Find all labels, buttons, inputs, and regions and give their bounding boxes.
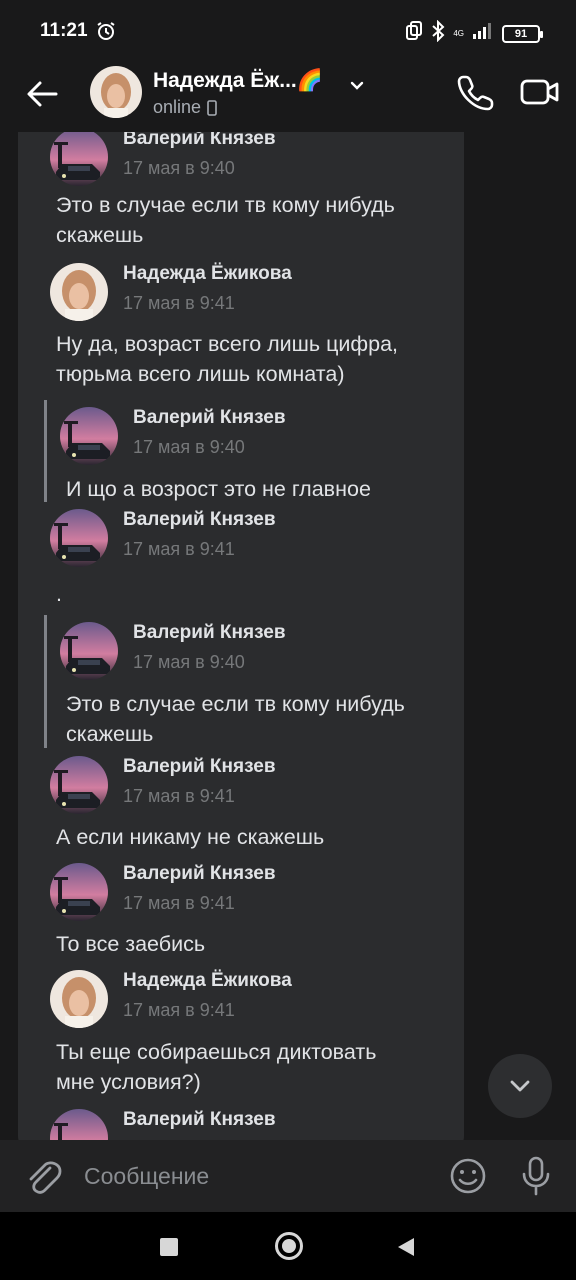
message-text-line: То все заебись bbox=[56, 932, 206, 956]
forwarded-quote-bar bbox=[44, 615, 47, 748]
sender-name[interactable]: Валерий Князев bbox=[123, 132, 276, 150]
signal-icon bbox=[472, 22, 494, 45]
sender-name[interactable]: Валерий Князев bbox=[123, 756, 276, 778]
mobile-device-icon bbox=[207, 99, 217, 116]
sender-avatar[interactable] bbox=[50, 509, 108, 567]
home-button[interactable] bbox=[275, 1232, 303, 1260]
smiley-icon bbox=[450, 1158, 486, 1194]
message-text-line: Ну да, возраст всего лишь цифра, bbox=[56, 332, 399, 356]
sender-name[interactable]: Валерий Князев bbox=[123, 1109, 276, 1131]
message-list[interactable]: Валерий Князев 17 мая в 9:40 Это в случае … bbox=[0, 132, 576, 1140]
contact-name-emoji: 🌈 bbox=[296, 69, 323, 92]
contact-name-text: Надежда Ёж... bbox=[153, 69, 297, 92]
scroll-to-bottom-button[interactable] bbox=[488, 1054, 552, 1118]
phone-icon bbox=[457, 75, 494, 111]
voice-message-button[interactable] bbox=[516, 1154, 556, 1198]
message-text: Это в случае если тв кому нибудь скажешь bbox=[66, 689, 405, 749]
message-text-line: Ты еще собираешься диктовать bbox=[56, 1040, 377, 1064]
sender-name[interactable]: Валерий Князев bbox=[123, 509, 276, 531]
triangle-back-icon bbox=[398, 1238, 414, 1256]
attach-button[interactable] bbox=[22, 1154, 62, 1198]
message-timestamp: 17 мая в 9:40 bbox=[133, 437, 245, 457]
arrow-left-icon bbox=[27, 81, 58, 107]
paperclip-icon bbox=[29, 1161, 62, 1194]
recent-apps-button[interactable] bbox=[160, 1238, 178, 1256]
battery-icon: 91 bbox=[502, 24, 543, 43]
message-timestamp: 17 мая в 9:41 bbox=[123, 786, 235, 806]
back-button[interactable] bbox=[22, 74, 62, 114]
message-text-line: мне условия?) bbox=[56, 1070, 201, 1094]
message-timestamp: 17 мая в 9:41 bbox=[123, 893, 235, 913]
status-bar: 11:21 4G 91 bbox=[0, 0, 576, 60]
message-text: То все заебись bbox=[56, 929, 205, 959]
sender-avatar[interactable] bbox=[60, 407, 118, 465]
message-text-line: тюрьма всего лишь комната) bbox=[56, 362, 345, 386]
message-input[interactable] bbox=[84, 1160, 404, 1192]
sender-name[interactable]: Надежда Ёжикова bbox=[123, 970, 292, 992]
microphone-icon bbox=[522, 1156, 550, 1196]
contact-avatar[interactable] bbox=[90, 66, 142, 118]
message-timestamp: 17 мая в 9:40 bbox=[133, 652, 245, 672]
video-call-button[interactable] bbox=[520, 74, 560, 110]
message-text: . bbox=[56, 579, 62, 609]
bluetooth-icon bbox=[431, 19, 445, 47]
sender-name[interactable]: Валерий Князев bbox=[133, 407, 286, 429]
forwarded-quote-bar bbox=[44, 400, 47, 502]
emoji-button[interactable] bbox=[448, 1156, 488, 1196]
message-text: Ты еще собираешься диктовать мне условия?… bbox=[56, 1037, 376, 1097]
message-text: Ну да, возраст всего лишь цифра, тюрьма в… bbox=[56, 329, 398, 389]
contact-name[interactable]: Надежда Ёж...🌈 bbox=[153, 69, 323, 93]
video-camera-icon bbox=[520, 79, 559, 105]
message-text-line: . bbox=[56, 582, 62, 606]
message-text-line: скажешь bbox=[56, 223, 144, 247]
message-composer bbox=[0, 1140, 576, 1212]
sender-name[interactable]: Валерий Князев bbox=[123, 863, 276, 885]
message-text-line: Это в случае если тв кому нибудь bbox=[56, 193, 395, 217]
system-back-button[interactable] bbox=[396, 1236, 416, 1263]
message-text-line: И що а возрост это не главное bbox=[66, 477, 371, 501]
message-text: Это в случае если тв кому нибудь скажешь bbox=[56, 190, 395, 250]
sender-name[interactable]: Надежда Ёжикова bbox=[123, 263, 292, 285]
system-navigation-bar bbox=[0, 1212, 576, 1280]
status-indicators: 4G 91 bbox=[405, 19, 543, 47]
network-type: 4G bbox=[453, 28, 464, 38]
nfc-icon bbox=[405, 21, 423, 46]
message-timestamp: 17 мая в 9:40 bbox=[123, 158, 235, 178]
sender-avatar[interactable] bbox=[50, 863, 108, 921]
message-timestamp: 17 мая в 9:41 bbox=[123, 1000, 235, 1020]
message-text: И що а возрост это не главное bbox=[66, 474, 371, 504]
sender-avatar[interactable] bbox=[50, 263, 108, 321]
sender-name[interactable]: Валерий Князев bbox=[133, 622, 286, 644]
call-button[interactable] bbox=[456, 72, 496, 112]
presence-status: online bbox=[153, 97, 217, 118]
presence-text: online bbox=[153, 97, 202, 117]
sender-avatar[interactable] bbox=[50, 756, 108, 814]
message-timestamp: 17 мая в 9:41 bbox=[123, 293, 235, 313]
message-text-line: скажешь bbox=[66, 722, 154, 746]
sender-avatar[interactable] bbox=[60, 622, 118, 680]
chat-header: Надежда Ёж...🌈 online bbox=[0, 60, 576, 132]
sender-avatar[interactable] bbox=[50, 970, 108, 1028]
chevron-down-icon[interactable] bbox=[348, 77, 366, 100]
status-time: 11:21 bbox=[40, 20, 88, 41]
message-text: А если никаму не скажешь bbox=[56, 822, 324, 852]
message-timestamp: 17 мая в 9:41 bbox=[123, 539, 235, 559]
message-text-line: Это в случае если тв кому нибудь bbox=[66, 692, 405, 716]
chevron-down-icon bbox=[510, 1080, 530, 1092]
alarm-icon bbox=[96, 21, 116, 46]
message-text-line: А если никаму не скажешь bbox=[56, 825, 325, 849]
